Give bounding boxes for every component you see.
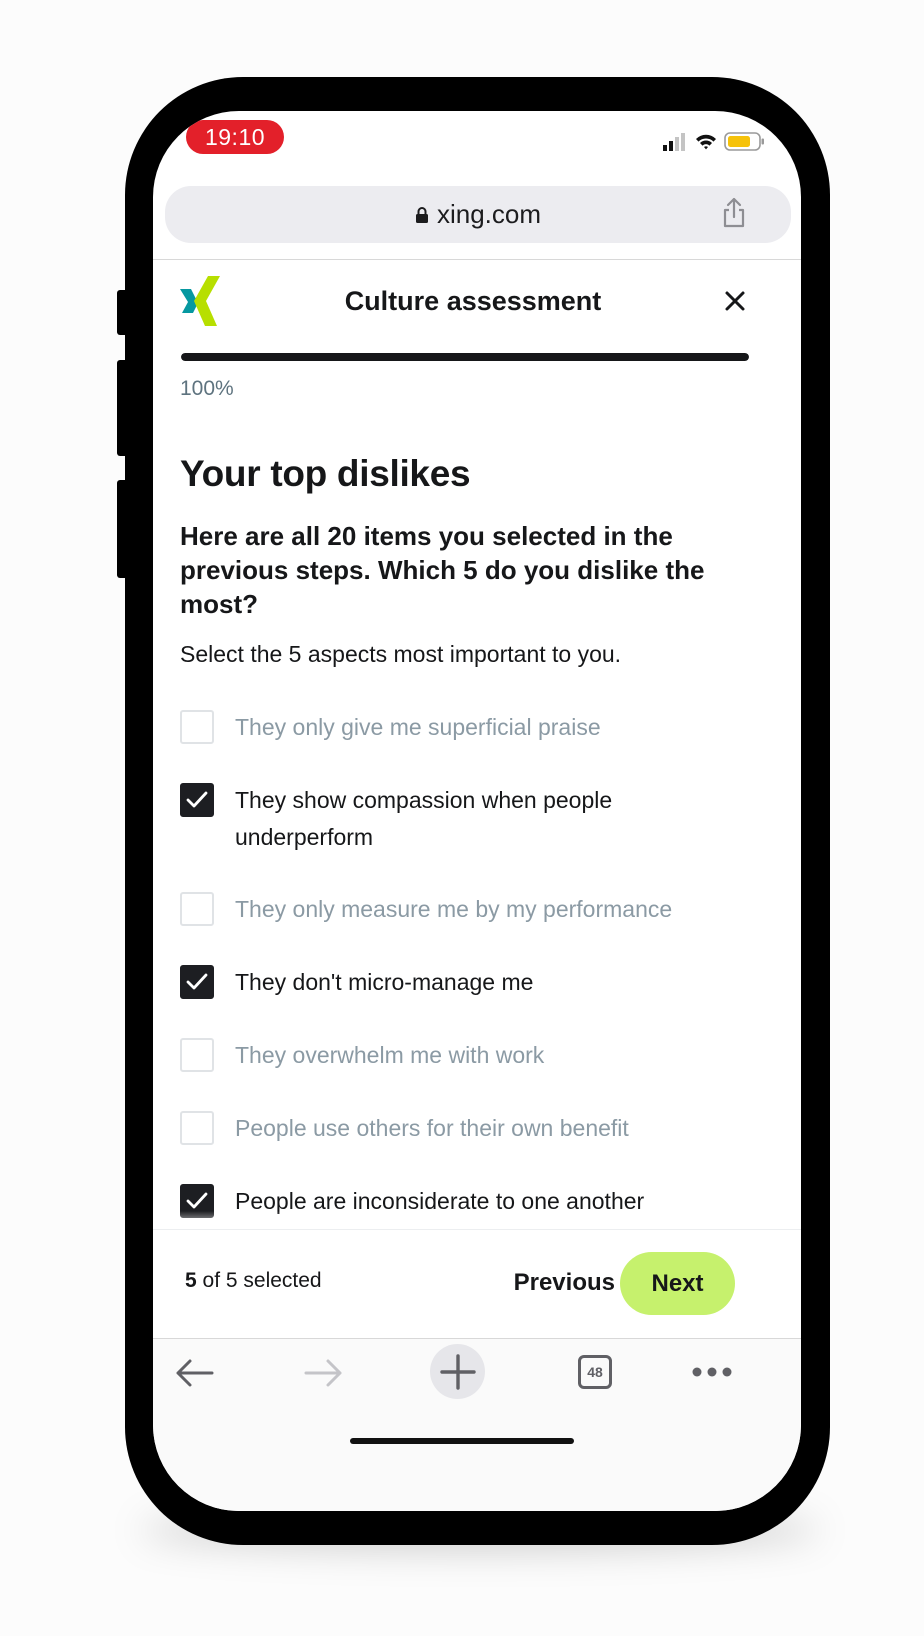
forward-arrow-icon[interactable] bbox=[303, 1353, 345, 1393]
option-superficial-praise[interactable]: They only give me superficial praise bbox=[180, 709, 770, 746]
option-label: People use others for their own benefit bbox=[235, 1115, 629, 1141]
checkmark-icon bbox=[186, 1192, 208, 1209]
more-dots-icon[interactable] bbox=[691, 1357, 733, 1387]
progress-fill bbox=[181, 353, 749, 361]
option-label: They don't micro-manage me bbox=[235, 969, 534, 995]
checkbox[interactable] bbox=[180, 1111, 214, 1145]
previous-button[interactable]: Previous bbox=[491, 1253, 615, 1313]
progress-label: 100% bbox=[180, 377, 234, 400]
new-tab-plus-icon[interactable] bbox=[430, 1344, 485, 1399]
scroll-fade bbox=[153, 1211, 801, 1231]
selected-suffix: of 5 selected bbox=[202, 1269, 322, 1292]
checkbox[interactable] bbox=[180, 1038, 214, 1072]
footer-divider bbox=[153, 1229, 801, 1230]
option-use-others[interactable]: People use others for their own benefit bbox=[180, 1110, 770, 1147]
checkbox[interactable] bbox=[180, 892, 214, 926]
share-icon[interactable] bbox=[721, 197, 747, 233]
progress-bar bbox=[181, 353, 749, 361]
status-time: 19:10 bbox=[186, 120, 284, 154]
option-label: They show compassion when people underpe… bbox=[235, 787, 613, 850]
page-title: Culture assessment bbox=[344, 286, 602, 316]
phone-screen: 19:10 xing.com Culture assessment 100% Y… bbox=[153, 111, 801, 1511]
browser-divider bbox=[153, 259, 801, 260]
checkmark-icon bbox=[186, 791, 208, 808]
next-button[interactable]: Next bbox=[620, 1252, 735, 1315]
close-icon[interactable] bbox=[721, 287, 749, 315]
option-label: They overwhelm me with work bbox=[235, 1042, 545, 1068]
browser-toolbar: 48 bbox=[153, 1339, 801, 1511]
option-overwhelm[interactable]: They overwhelm me with work bbox=[180, 1037, 770, 1074]
instruction-text: Select the 5 aspects most important to y… bbox=[180, 641, 622, 667]
option-micro-manage[interactable]: They don't micro-manage me bbox=[180, 964, 770, 1001]
option-measure-performance[interactable]: They only measure me by my performance bbox=[180, 891, 770, 928]
section-heading: Your top dislikes bbox=[180, 453, 471, 494]
url-text: xing.com bbox=[436, 199, 542, 229]
option-compassion[interactable]: They show compassion when people underpe… bbox=[180, 782, 770, 856]
lock-icon bbox=[415, 206, 428, 223]
checkmark-icon bbox=[186, 973, 208, 990]
checkbox[interactable] bbox=[180, 783, 214, 817]
selection-counter: 5 of 5 selected bbox=[185, 1269, 322, 1293]
signal-icon bbox=[663, 132, 764, 151]
option-label: They only give me superficial praise bbox=[235, 714, 601, 740]
checkbox[interactable] bbox=[180, 710, 214, 744]
tabs-count-icon[interactable]: 48 bbox=[578, 1355, 612, 1389]
xing-logo bbox=[180, 276, 222, 326]
home-indicator bbox=[350, 1438, 574, 1444]
status-icons bbox=[663, 131, 783, 153]
option-label: They only measure me by my performance bbox=[235, 896, 673, 922]
selected-count: 5 bbox=[185, 1269, 197, 1292]
checkbox[interactable] bbox=[180, 965, 214, 999]
question-text: Here are all 20 items you selected in th… bbox=[180, 521, 705, 619]
address-bar[interactable]: xing.com bbox=[165, 186, 791, 243]
back-arrow-icon[interactable] bbox=[173, 1353, 215, 1393]
